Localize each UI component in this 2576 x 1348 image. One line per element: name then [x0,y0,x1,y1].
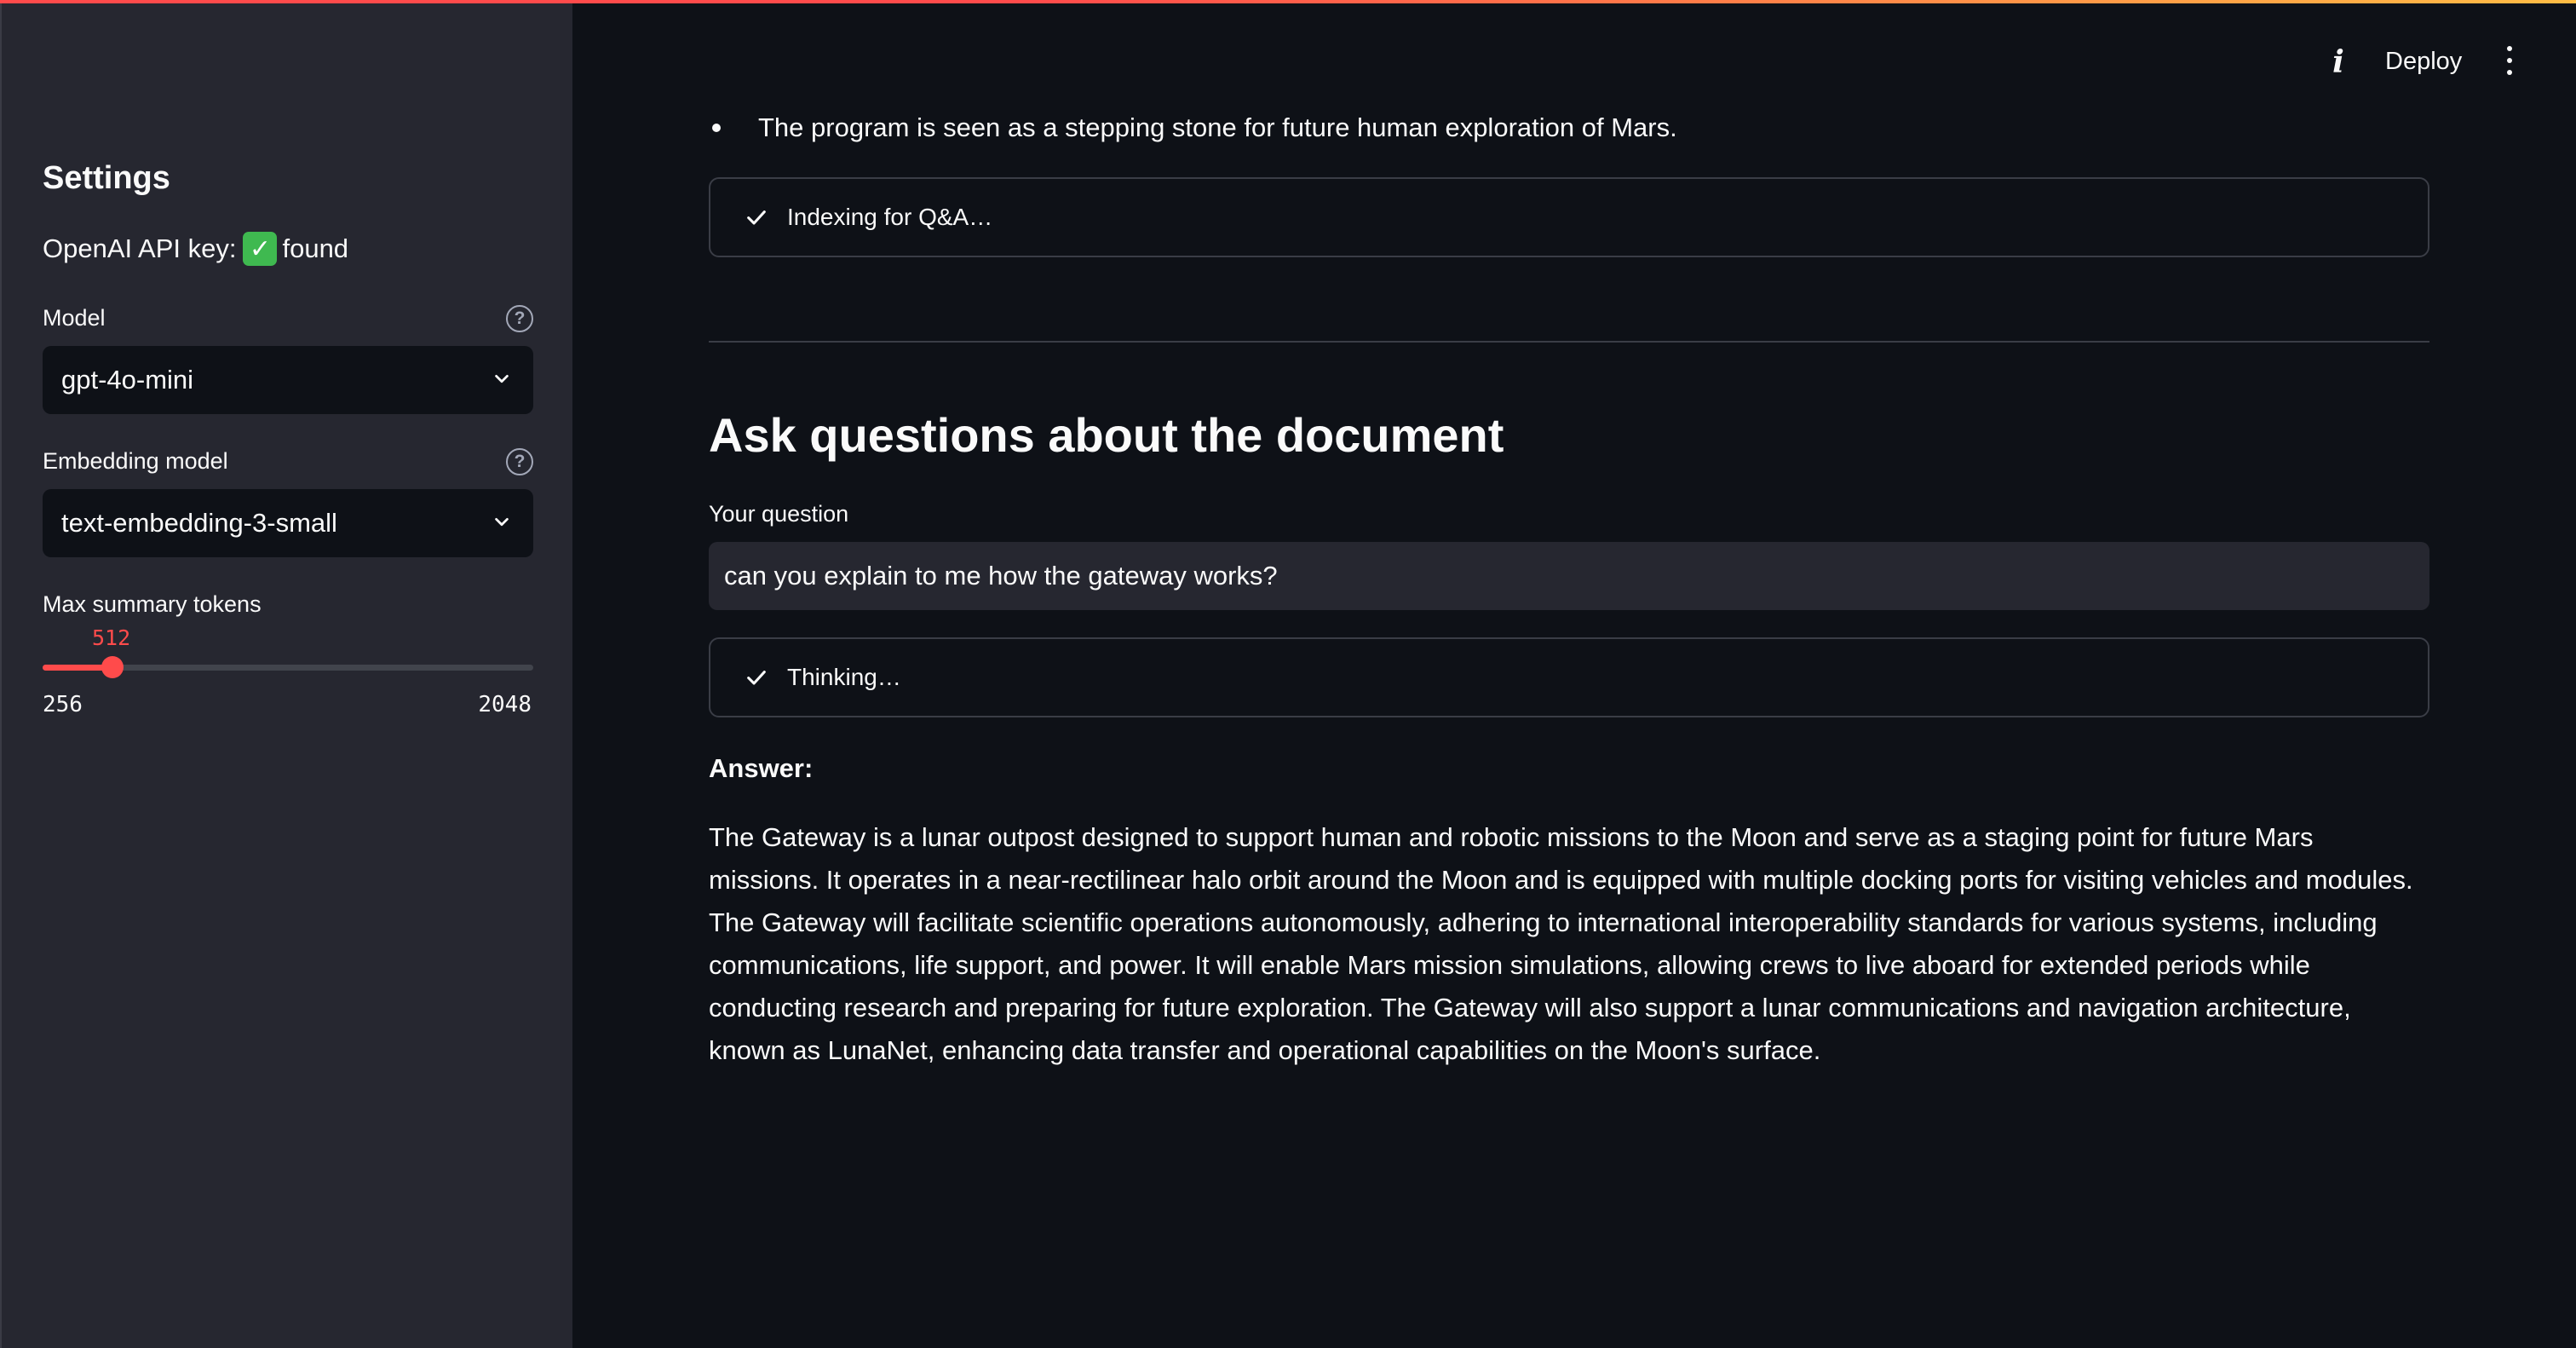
indexing-status-box[interactable]: Indexing for Q&A… [709,177,2429,257]
checkmark-icon [747,210,766,225]
answer-label: Answer: [709,753,814,783]
page-heading: Ask questions about the document [709,408,1504,462]
embedding-model-help-icon[interactable]: ? [506,448,533,475]
embedding-model-label: Embedding model [43,448,228,474]
slider-min-label: 256 [43,692,83,717]
model-label: Model [43,305,106,331]
list-item: The program is seen as a stepping stone … [712,112,1677,143]
api-key-label: OpenAI API key: [43,233,237,263]
sidebar-title: Settings [43,160,170,196]
chevron-down-icon [495,374,509,383]
thinking-status-box[interactable]: Thinking… [709,637,2429,717]
thinking-status-text: Thinking… [787,664,901,690]
api-key-status: OpenAI API key: ✓ found [43,232,348,266]
sidebar: Settings OpenAI API key: ✓ found Model ?… [0,0,572,1348]
model-help-icon[interactable]: ? [506,305,533,332]
api-key-status-text: found [282,233,349,263]
top-decoration-bar [0,0,2576,3]
divider [709,341,2429,343]
more-vertical-icon[interactable] [2501,46,2518,75]
slider-current-value: 512 [92,625,131,650]
slider-max-label: 2048 [478,692,532,717]
chevron-down-icon [495,517,509,527]
info-icon[interactable]: i [2326,44,2351,80]
embedding-model-select-value: text-embedding-3-small [61,508,337,538]
slider-handle[interactable] [101,656,124,678]
embedding-model-select[interactable]: text-embedding-3-small [43,489,533,557]
question-input[interactable] [709,542,2429,610]
deploy-button[interactable]: Deploy [2377,44,2470,79]
bullet-dot [712,124,721,132]
checkmark-icon [747,671,766,685]
bullet-text: The program is seen as a stepping stone … [758,112,1677,142]
answer-text: The Gateway is a lunar outpost designed … [709,822,2413,1065]
model-select[interactable]: gpt-4o-mini [43,346,533,414]
question-label: Your question [709,501,849,527]
check-mark-icon: ✓ [243,232,278,266]
max-summary-tokens-label: Max summary tokens [43,591,262,617]
model-select-value: gpt-4o-mini [61,365,194,395]
indexing-status-text: Indexing for Q&A… [787,204,993,230]
